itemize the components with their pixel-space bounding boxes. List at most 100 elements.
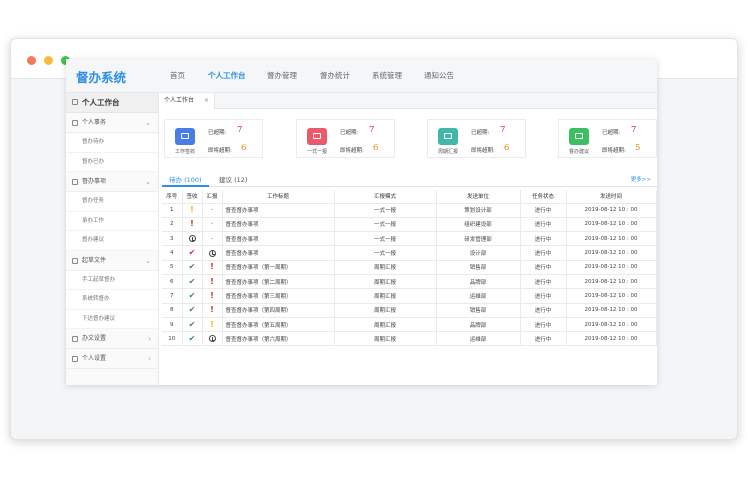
- sidebar-group-draft-documents[interactable]: 起草文件 ⌄: [66, 250, 158, 271]
- sidebar-group-personal-settings[interactable]: 个人设置 ›: [66, 349, 158, 369]
- row-title: 督查督办事项（第四周期）: [222, 303, 335, 318]
- table-row[interactable]: 3 - 督查督办事项 一式一报 研发管理部 进行中 2019-08-12 10 : 00: [162, 231, 657, 247]
- row-title: 督查督办事项: [222, 203, 335, 218]
- close-icon[interactable]: ×: [204, 93, 209, 109]
- report-status-cell: [202, 245, 223, 261]
- clock-icon: [208, 249, 216, 257]
- stat-card-periodic-report[interactable]: 周期汇报 已超期: 7 即将超期: 6: [427, 119, 526, 158]
- sidebar-item-supervision-tasks[interactable]: 督办任务: [66, 192, 158, 212]
- row-title: 督查督办事项: [222, 245, 335, 261]
- sidebar-item-supervision-suggestions[interactable]: 督办建议: [66, 231, 158, 251]
- alert-red-icon: !: [210, 262, 214, 272]
- card-overdue-label: 已超期:: [471, 130, 490, 136]
- sidebar-group-label: 起草文件: [82, 256, 107, 264]
- document-icon: [72, 356, 78, 362]
- row-report-mode: 周期汇报: [334, 317, 437, 333]
- card-soon-label: 即将超期:: [340, 148, 364, 154]
- table-row[interactable]: 10 ✔ 督查督办事项（第六周期） 周期汇报 运维部 进行中 2019-08-12 10 :…: [162, 331, 657, 347]
- tab-suggestions[interactable]: 建议 (12): [219, 174, 247, 184]
- check-green-icon: ✔: [188, 319, 196, 329]
- row-send-time: 2019-08-12 10 : 00: [566, 317, 657, 333]
- sidebar-item-supervision-todo[interactable]: 督办待办: [66, 133, 158, 153]
- clock-icon: [208, 335, 216, 343]
- table-row[interactable]: 7 ✔! 督查督办事项（第三周期） 周期汇报 运维部 进行中 2019-08-12 10 :…: [162, 288, 657, 304]
- row-send-time: 2019-08-12 10 : 00: [566, 203, 657, 218]
- nav-supervision-management[interactable]: 督办管理: [267, 70, 297, 81]
- check-green-icon: ✔: [188, 290, 196, 300]
- row-send-time: 2019-08-12 10 : 00: [566, 217, 657, 233]
- briefcase-icon: [72, 99, 78, 105]
- sidebar-header-label: 个人工作台: [82, 98, 120, 107]
- stat-card-one-report[interactable]: 一式一报 已超期: 7 即将超期: 6: [296, 119, 395, 158]
- row-task-status: 进行中: [520, 203, 567, 218]
- card-overdue-value: 7: [500, 125, 506, 135]
- more-link[interactable]: 更多>>: [631, 175, 651, 183]
- row-send-time: 2019-08-12 10 : 00: [566, 260, 657, 275]
- close-window-dot[interactable]: [27, 56, 36, 65]
- row-number: 8: [162, 303, 183, 318]
- nav-notices[interactable]: 通知公告: [424, 70, 454, 81]
- sign-status-cell: ✔: [182, 288, 203, 304]
- table-row[interactable]: 1! - 督查督办事项 一式一报 策划设计部 进行中 2019-08-12 10 : 00: [162, 203, 657, 218]
- card-soon-value: 6: [241, 143, 247, 153]
- nav-personal-workbench[interactable]: 个人工作台: [208, 70, 246, 81]
- row-send-time: 2019-08-12 10 : 00: [566, 231, 657, 247]
- nav-supervision-statistics[interactable]: 督办统计: [320, 70, 350, 81]
- sidebar-group-supervision-matters[interactable]: 督办事项 ⌄: [66, 172, 158, 192]
- sidebar-item-undertaken-work[interactable]: 承办工作: [66, 211, 158, 231]
- tab-todo[interactable]: 待办 (100): [169, 174, 202, 184]
- check-green-icon: ✔: [188, 305, 196, 315]
- row-number: 6: [162, 274, 183, 290]
- nav-system-management[interactable]: 系统管理: [372, 70, 402, 81]
- card-name: 工作签收: [174, 149, 195, 155]
- row-title: 督查督办事项: [222, 217, 335, 233]
- sidebar-item-issue-suggestion[interactable]: 下达督办建议: [66, 309, 158, 329]
- check-red-icon: ✔: [188, 248, 196, 258]
- sign-status-cell: [182, 231, 203, 247]
- chevron-down-icon: ⌄: [145, 178, 151, 186]
- card-overdue-label: 已超期:: [208, 130, 227, 136]
- table-row[interactable]: 4 ✔ 督查督办事项 一式一报 设计部 进行中 2019-08-12 10 : 00: [162, 245, 657, 261]
- clock-icon: [188, 235, 196, 243]
- sidebar-item-system-transfer[interactable]: 系统转督办: [66, 290, 158, 310]
- row-task-status: 进行中: [520, 317, 567, 333]
- chevron-down-icon: ⌄: [145, 119, 151, 127]
- open-tabs-bar: 个人工作台 ×: [159, 93, 657, 109]
- row-report-mode: 一式一报: [334, 245, 437, 261]
- column-header: 序号: [162, 190, 183, 204]
- table-row[interactable]: 2! - 督查督办事项 一式一报 组织建设部 进行中 2019-08-12 10 : 00: [162, 217, 657, 233]
- stat-card-supervision-suggestion[interactable]: 督办建议 已超期: 7 即将超期: 5: [558, 119, 657, 158]
- tab-personal-workbench[interactable]: 个人工作台 ×: [159, 93, 215, 109]
- row-task-status: 进行中: [520, 288, 567, 304]
- card-overdue-value: 7: [369, 125, 375, 135]
- row-sending-unit: 销售部: [436, 260, 521, 275]
- sidebar-item-manual-draft[interactable]: 手工起草督办: [66, 270, 158, 290]
- todo-table: 序号 签收 汇报 工作标题 汇报模式 发送单位 任务状态 发送时间 1! - 督查督…: [162, 190, 657, 347]
- sidebar-header[interactable]: 个人工作台: [66, 93, 158, 113]
- alert-red-icon: !: [190, 219, 194, 229]
- row-number: 10: [162, 331, 183, 347]
- alert-red-icon: !: [210, 305, 214, 315]
- table-row[interactable]: 5 ✔! 督查督办事项（第一周期） 周期汇报 销售部 进行中 2019-08-12 10 :…: [162, 260, 657, 275]
- card-soon-label: 即将超期:: [602, 148, 626, 154]
- table-row[interactable]: 8 ✔! 督查督办事项（第四周期） 周期汇报 销售部 进行中 2019-08-12 10 :…: [162, 303, 657, 318]
- row-sending-unit: 策划设计部: [436, 203, 521, 218]
- nav-home[interactable]: 首页: [170, 70, 185, 81]
- row-number: 7: [162, 288, 183, 304]
- stat-card-work-signoff[interactable]: 工作签收 已超期: 7 即将超期: 6: [164, 119, 263, 158]
- list-tabs: 待办 (100) 建议 (12) 更多>>: [162, 169, 657, 187]
- table-row[interactable]: 9 ✔! 督查督办事项（第五周期） 周期汇报 品牌部 进行中 2019-08-12 10 :…: [162, 317, 657, 333]
- sidebar-item-supervision-done[interactable]: 督办已办: [66, 152, 158, 172]
- sign-status-cell: ✔: [182, 274, 203, 290]
- minimize-window-dot[interactable]: [44, 56, 53, 65]
- card-soon-value: 6: [504, 143, 510, 153]
- sidebar-group-document-settings[interactable]: 办文设置 ›: [66, 329, 158, 349]
- row-send-time: 2019-08-12 10 : 00: [566, 245, 657, 261]
- row-number: 2: [162, 217, 183, 233]
- card-overdue-label: 已超期:: [340, 130, 359, 136]
- table-row[interactable]: 6 ✔! 督查督办事项（第二周期） 周期汇报 品牌部 进行中 2019-08-12 10 :…: [162, 274, 657, 290]
- alert-red-icon: !: [210, 290, 214, 300]
- sign-status-cell: !: [182, 217, 203, 233]
- sidebar-group-personal-affairs[interactable]: 个人事务 ⌄: [66, 113, 158, 133]
- main-content: 个人工作台 × 工作签收 已超期: 7 即将超期: 6 一式一报 已超期: 7 …: [159, 93, 657, 385]
